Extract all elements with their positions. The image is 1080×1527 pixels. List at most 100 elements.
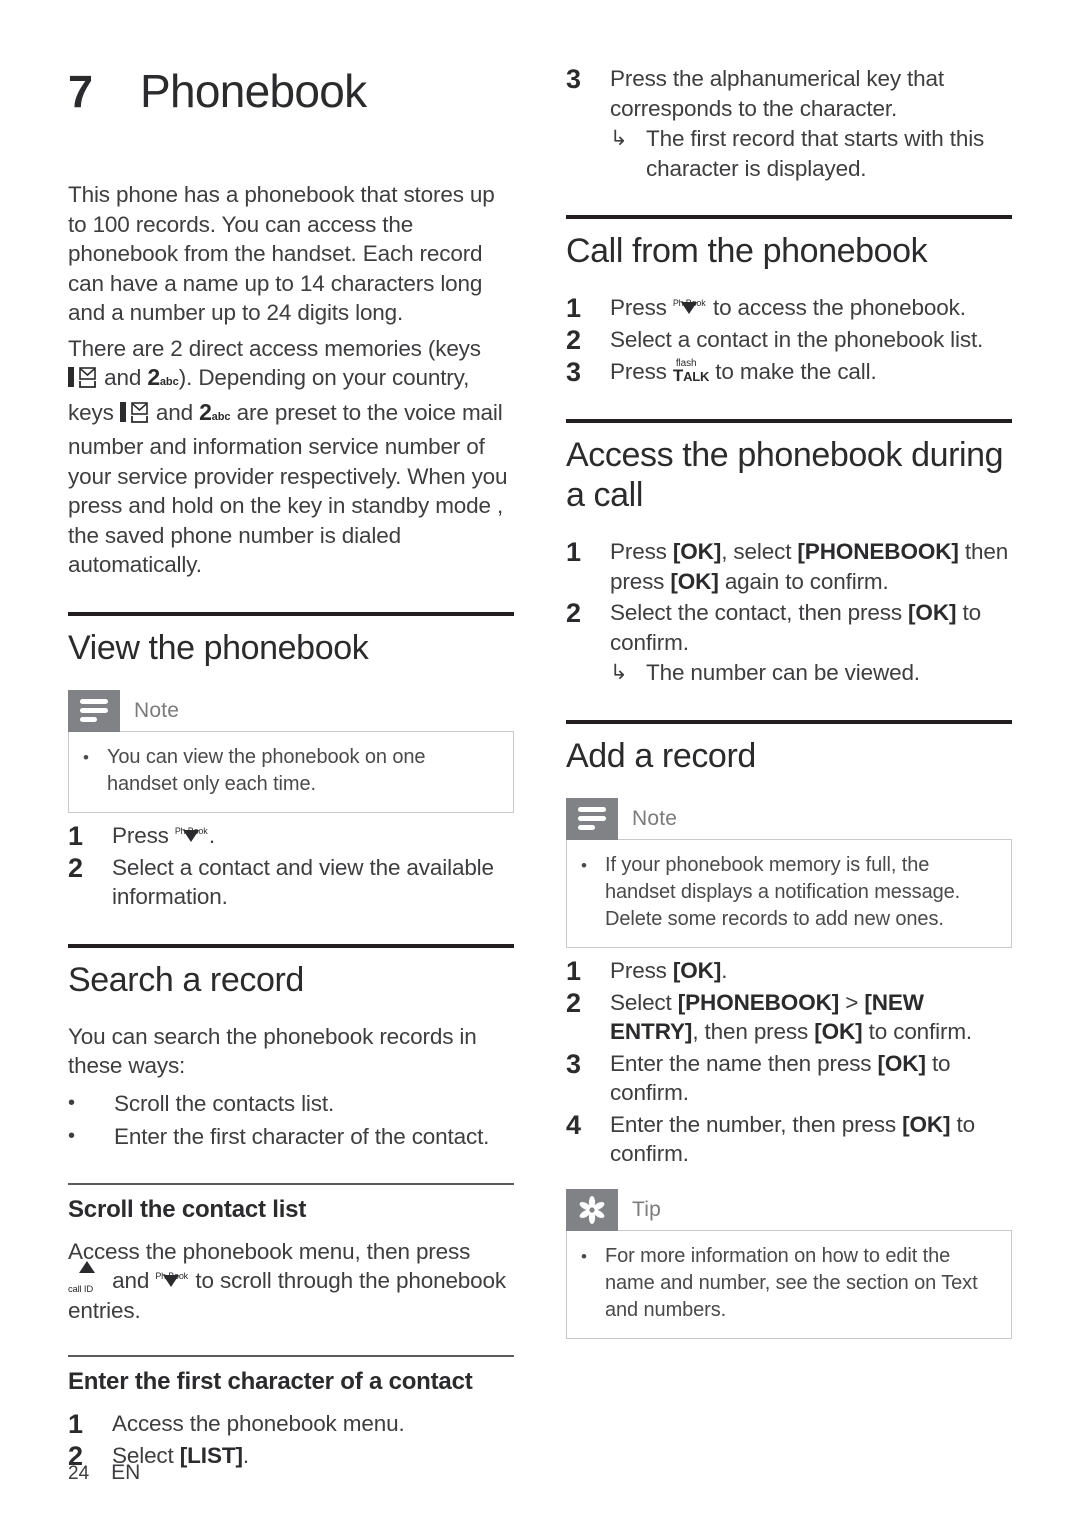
page-footer: 24 EN bbox=[68, 1461, 140, 1485]
subsection-rule bbox=[68, 1355, 514, 1357]
step-item: 2 Select a contact and view the availabl… bbox=[68, 853, 514, 912]
left-column: 7 Phonebook This phone has a phonebook t… bbox=[68, 64, 514, 1473]
bullet-dot: • bbox=[581, 855, 587, 875]
phonebook-key-icon: Ph.Book bbox=[155, 1270, 189, 1292]
t-p1: Press bbox=[610, 539, 673, 564]
result-arrow-icon: ↳ bbox=[610, 127, 628, 150]
section-heading-search-record: Search a record bbox=[68, 960, 304, 999]
tip-header: Tip bbox=[566, 1188, 1012, 1231]
t-p2: . bbox=[721, 957, 728, 983]
two-column-layout: 7 Phonebook This phone has a phonebook t… bbox=[68, 64, 1012, 1473]
talk-key-icon: flash TALK bbox=[673, 358, 710, 385]
note-header: Note bbox=[566, 797, 1012, 840]
steps-view-phonebook: 1 Press Ph.Book . 2 Select a contact and… bbox=[68, 821, 514, 912]
subsection-heading-scroll-contact-list: Scroll the contact list bbox=[68, 1195, 307, 1223]
right-column: 3 Press the alphanumerical key that corr… bbox=[566, 64, 1012, 1473]
step-text: Press [OK]. bbox=[610, 956, 1012, 986]
step-text-before: Press bbox=[610, 359, 667, 384]
menu-token: [OK] bbox=[670, 568, 719, 594]
step-result: ↳ The first record that starts with this… bbox=[610, 124, 1012, 183]
steps-call-from-phonebook: 1 Press Ph.Book to access the phonebook.… bbox=[566, 293, 1012, 387]
step-item: 4 Enter the number, then press [OK] to c… bbox=[566, 1110, 1012, 1169]
envelope-icon bbox=[79, 366, 96, 388]
key-2-digit: 2 bbox=[147, 364, 160, 390]
envelope-svg bbox=[79, 367, 96, 388]
t-p4: to confirm. bbox=[862, 1019, 973, 1044]
down-triangle-icon bbox=[163, 1275, 180, 1287]
step-item: 1 Press [OK], select [PHONEBOOK] then pr… bbox=[566, 537, 1012, 596]
voicemail-key-icon-2 bbox=[119, 401, 150, 423]
note-bullet: • If your phonebook memory is full, the … bbox=[581, 852, 995, 933]
step-text: Press Ph.Book to access the phonebook. bbox=[610, 293, 1012, 323]
step-text-after: to access the phonebook. bbox=[712, 295, 966, 320]
step-item: 3 Press flash TALK to make the call. bbox=[566, 357, 1012, 387]
step-text: Select [PHONEBOOK] > [NEW ENTRY], then p… bbox=[610, 988, 1012, 1047]
subsection-rule bbox=[68, 1182, 514, 1185]
key-2abc-icon: 2abc bbox=[147, 363, 178, 398]
step-text: Press the alphanumerical key that corres… bbox=[610, 64, 1012, 183]
step-text: Press [OK], select [PHONEBOOK] then pres… bbox=[610, 537, 1012, 596]
step-number: 2 bbox=[68, 852, 83, 883]
section-rule bbox=[68, 943, 514, 948]
list-item: • Enter the first character of the conta… bbox=[68, 1120, 514, 1153]
list-item-text: Scroll the contacts list. bbox=[114, 1090, 335, 1116]
menu-token: [OK] bbox=[672, 539, 722, 564]
step-number: 1 bbox=[566, 955, 581, 986]
note-callout-view-phonebook: Note • You can view the phonebook on one… bbox=[68, 689, 514, 813]
step-number: 2 bbox=[566, 325, 581, 355]
tip-body: • For more information on how to edit th… bbox=[566, 1229, 1012, 1339]
menu-token: [OK] bbox=[672, 957, 722, 983]
scroll-contact-list-text: Access the phonebook menu, then press ca… bbox=[68, 1237, 514, 1326]
bullet-dot: • bbox=[83, 747, 89, 767]
note-callout-add-record: Note • If your phonebook memory is full,… bbox=[566, 797, 1012, 948]
bullet-dot: • bbox=[68, 1124, 75, 1147]
step-text: Select a contact and view the available … bbox=[112, 854, 494, 910]
step-number: 1 bbox=[68, 820, 83, 851]
page-number: 24 bbox=[68, 1463, 90, 1484]
step-item: 1 Press Ph.Book to access the phonebook. bbox=[566, 293, 1012, 323]
t-p2: > bbox=[839, 989, 865, 1015]
step-item: 2 Select the contact, then press [OK] to… bbox=[566, 598, 1012, 688]
result-text: The number can be viewed. bbox=[646, 660, 920, 685]
note-label: Note bbox=[134, 698, 180, 722]
scroll-text-before: Access the phonebook menu, then press bbox=[68, 1238, 471, 1264]
intro-paragraph-1: This phone has a phonebook that stores u… bbox=[68, 182, 495, 325]
steps-continued-from-previous-page: 3 Press the alphanumerical key that corr… bbox=[566, 64, 1012, 183]
section-rule bbox=[566, 719, 1012, 724]
phonebook-key-icon: Ph.Book bbox=[175, 825, 209, 847]
steps-add-record: 1 Press [OK]. 2 Select [PHONEBOOK] > [NE… bbox=[566, 956, 1012, 1169]
section-heading-call-from-phonebook: Call from the phonebook bbox=[566, 232, 928, 270]
t-p1: Enter the name then press bbox=[610, 1050, 878, 1076]
intro-p2-part5: are preset to the voice mail number and … bbox=[68, 399, 508, 578]
note-bullet-text: If your phonebook memory is full, the ha… bbox=[605, 853, 961, 930]
intro-p2-part1: There are 2 direct access memories (keys bbox=[68, 335, 481, 361]
voicemail-key-icon bbox=[68, 366, 98, 388]
t-p2: , select bbox=[721, 539, 798, 564]
step-text-after: . bbox=[208, 822, 215, 848]
manual-page: 7 Phonebook This phone has a phonebook t… bbox=[0, 0, 1080, 1527]
scroll-text-middle: and bbox=[112, 1268, 150, 1293]
menu-token: [PHONEBOOK] bbox=[677, 989, 840, 1015]
step-text: Access the phonebook menu. bbox=[112, 1411, 405, 1436]
note-icon-tab bbox=[566, 797, 618, 840]
note-body: • If your phonebook memory is full, the … bbox=[566, 838, 1012, 948]
t-p1: Enter the number, then press bbox=[610, 1111, 903, 1137]
language-code: EN bbox=[111, 1461, 141, 1484]
intro-p2-part4: and bbox=[155, 399, 193, 425]
list-item-text: Enter the first character of the contact… bbox=[114, 1123, 490, 1149]
tip-label: Tip bbox=[632, 1197, 661, 1221]
section-rule bbox=[566, 215, 1012, 219]
note-icon-tab bbox=[68, 689, 120, 732]
key-2-letters: abc bbox=[211, 410, 231, 423]
step-text-after: . bbox=[242, 1443, 249, 1468]
digit-one-bar bbox=[119, 401, 126, 422]
bullet-dot: • bbox=[581, 1246, 587, 1266]
chapter-title-block: 7 Phonebook bbox=[68, 64, 514, 118]
step-text: Press flash TALK to make the call. bbox=[610, 357, 1012, 387]
note-lines-icon bbox=[80, 699, 108, 722]
section-heading-view-phonebook: View the phonebook bbox=[68, 628, 369, 667]
step-text-before: Press bbox=[610, 295, 667, 320]
note-lines-icon bbox=[578, 807, 606, 830]
t-p1: Select bbox=[610, 989, 678, 1015]
callid-key-label: call ID bbox=[68, 1284, 93, 1295]
